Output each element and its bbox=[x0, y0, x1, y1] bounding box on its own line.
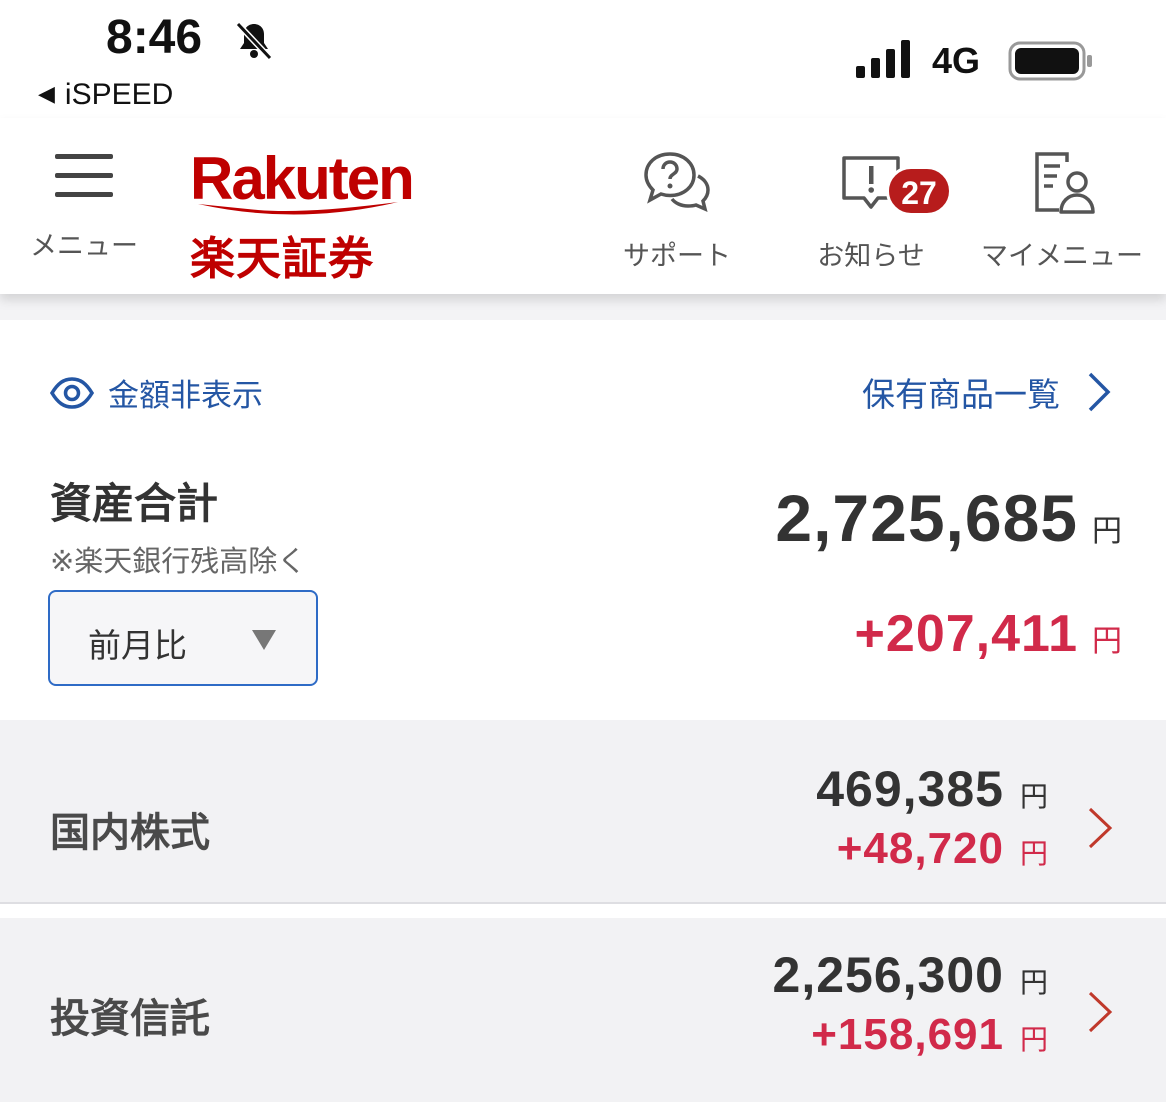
menu-button[interactable]: メニュー bbox=[26, 152, 142, 263]
chevron-right-icon bbox=[1088, 807, 1113, 849]
category-amount: 2,256,300 bbox=[772, 947, 1004, 1003]
network-type: 4G bbox=[932, 40, 981, 81]
asset-summary-card: 金額非表示 保有商品一覧 資産合計 ※楽天銀行残高除く 前月比 2,725,68… bbox=[0, 320, 1166, 720]
back-app-label: iSPEED bbox=[64, 78, 174, 111]
eye-icon bbox=[50, 376, 94, 409]
total-assets-note: ※楽天銀行残高除く bbox=[50, 544, 307, 578]
comparison-period-select[interactable]: 前月比 bbox=[48, 590, 318, 686]
hide-amount-label: 金額非表示 bbox=[108, 378, 263, 414]
category-change: +158,691 bbox=[811, 1010, 1004, 1059]
logo-japanese: 楽天証券 bbox=[190, 232, 375, 285]
rakuten-securities-logo[interactable]: Rakuten 楽天証券 bbox=[190, 144, 420, 285]
signal-icon bbox=[856, 40, 910, 78]
bell-off-icon bbox=[235, 21, 273, 61]
hide-amount-toggle[interactable]: 金額非表示 bbox=[50, 370, 263, 415]
support-chat-icon bbox=[644, 152, 710, 213]
app-header: メニュー Rakuten 楽天証券 サポート 27 お知らせ マイメニュー bbox=[0, 118, 1166, 294]
total-amount-value: 2,725,685 bbox=[775, 481, 1078, 555]
category-row-domestic-stocks[interactable]: 国内株式 469,385 円 +48,720 円 bbox=[0, 720, 1166, 904]
support-button[interactable]: サポート bbox=[612, 148, 742, 273]
dropdown-caret-icon bbox=[252, 630, 276, 650]
my-menu-button[interactable]: マイメニュー bbox=[972, 148, 1152, 273]
currency-unit: 円 bbox=[1092, 514, 1122, 549]
currency-unit: 円 bbox=[1019, 1023, 1048, 1056]
total-amount: 2,725,685 円 bbox=[775, 480, 1122, 556]
period-selected-value: 前月比 bbox=[88, 626, 187, 665]
currency-unit: 円 bbox=[1019, 837, 1048, 870]
chevron-right-icon bbox=[1088, 372, 1111, 412]
battery-icon bbox=[1008, 41, 1092, 81]
notices-button[interactable]: 27 お知らせ bbox=[806, 148, 952, 273]
total-change-value: +207,411 bbox=[854, 605, 1078, 663]
currency-unit: 円 bbox=[1092, 624, 1122, 659]
back-arrow-icon: ◀ bbox=[38, 81, 55, 106]
notice-label: お知らせ bbox=[817, 241, 925, 272]
back-to-app-link[interactable]: ◀ iSPEED bbox=[38, 78, 173, 112]
holdings-list-link[interactable]: 保有商品一覧 bbox=[862, 368, 1112, 416]
logo-swoosh-icon bbox=[198, 202, 398, 215]
hamburger-icon bbox=[55, 154, 113, 197]
total-change: +207,411 円 bbox=[855, 604, 1122, 664]
category-change: +48,720 bbox=[836, 824, 1004, 873]
category-name: 投資信託 bbox=[50, 996, 210, 1042]
category-amount: 469,385 bbox=[816, 761, 1004, 817]
status-bar: 8:46 ◀ iSPEED 4G bbox=[0, 0, 1166, 118]
notice-count-badge: 27 bbox=[886, 166, 952, 216]
category-values: 469,385 円 +48,720 円 bbox=[816, 760, 1048, 874]
my-menu-profile-icon bbox=[1035, 152, 1095, 214]
category-name: 国内株式 bbox=[50, 810, 210, 856]
holdings-link-label: 保有商品一覧 bbox=[862, 375, 1060, 414]
my-menu-label: マイメニュー bbox=[981, 241, 1143, 272]
support-label: サポート bbox=[623, 241, 731, 272]
status-time: 8:46 bbox=[106, 11, 203, 64]
chevron-right-icon bbox=[1088, 991, 1113, 1033]
total-assets-title: 資産合計 bbox=[50, 479, 219, 528]
header-spacer bbox=[0, 294, 1166, 320]
currency-unit: 円 bbox=[1019, 780, 1048, 813]
menu-label: メニュー bbox=[30, 231, 138, 262]
category-row-investment-trusts[interactable]: 投資信託 2,256,300 円 +158,691 円 bbox=[0, 918, 1166, 1102]
category-values: 2,256,300 円 +158,691 円 bbox=[773, 946, 1048, 1060]
currency-unit: 円 bbox=[1019, 966, 1048, 999]
